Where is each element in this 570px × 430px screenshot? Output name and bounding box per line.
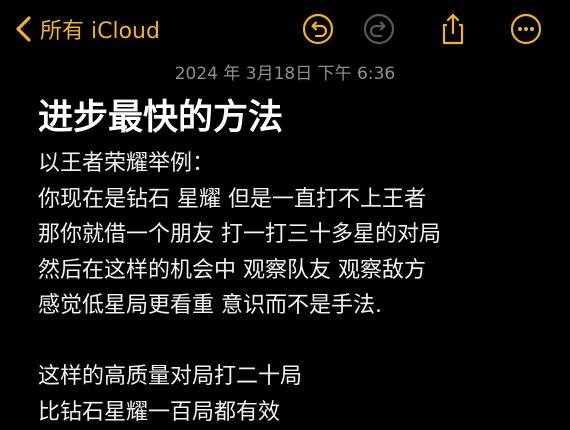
share-icon: [436, 12, 470, 46]
back-button[interactable]: 所有 iCloud: [14, 12, 160, 46]
note-body[interactable]: 以王者荣耀举例： 你现在是钻石 星耀 但是一直打不上王者 那你就借一个朋友 打一…: [38, 146, 558, 430]
note-line: 你现在是钻石 星耀 但是一直打不上王者: [38, 182, 558, 218]
undo-button[interactable]: [301, 12, 335, 46]
navigation-bar: 所有 iCloud: [0, 0, 570, 58]
note-line: 那你就借一个朋友 打一打三十多星的对局: [38, 217, 558, 253]
note-title[interactable]: 进步最快的方法: [38, 89, 283, 140]
back-label: 所有 iCloud: [40, 13, 160, 45]
note-date: 2024 年 3月18日 下午 6:36: [0, 59, 570, 84]
more-icon: [509, 12, 543, 46]
note-line: 然后在这样的机会中 观察队友 观察敌方: [38, 253, 558, 289]
redo-icon: [362, 12, 396, 46]
note-line: 这样的高质量对局打二十局: [38, 359, 558, 395]
more-button[interactable]: [509, 12, 543, 46]
chevron-left-icon: [14, 15, 34, 43]
redo-button[interactable]: [362, 12, 396, 46]
undo-icon: [301, 12, 335, 46]
note-line: 以王者荣耀举例：: [38, 146, 558, 182]
share-button[interactable]: [436, 12, 470, 46]
note-line: 感觉低星局更看重 意识而不是手法.: [38, 288, 558, 324]
note-line: [38, 324, 558, 360]
